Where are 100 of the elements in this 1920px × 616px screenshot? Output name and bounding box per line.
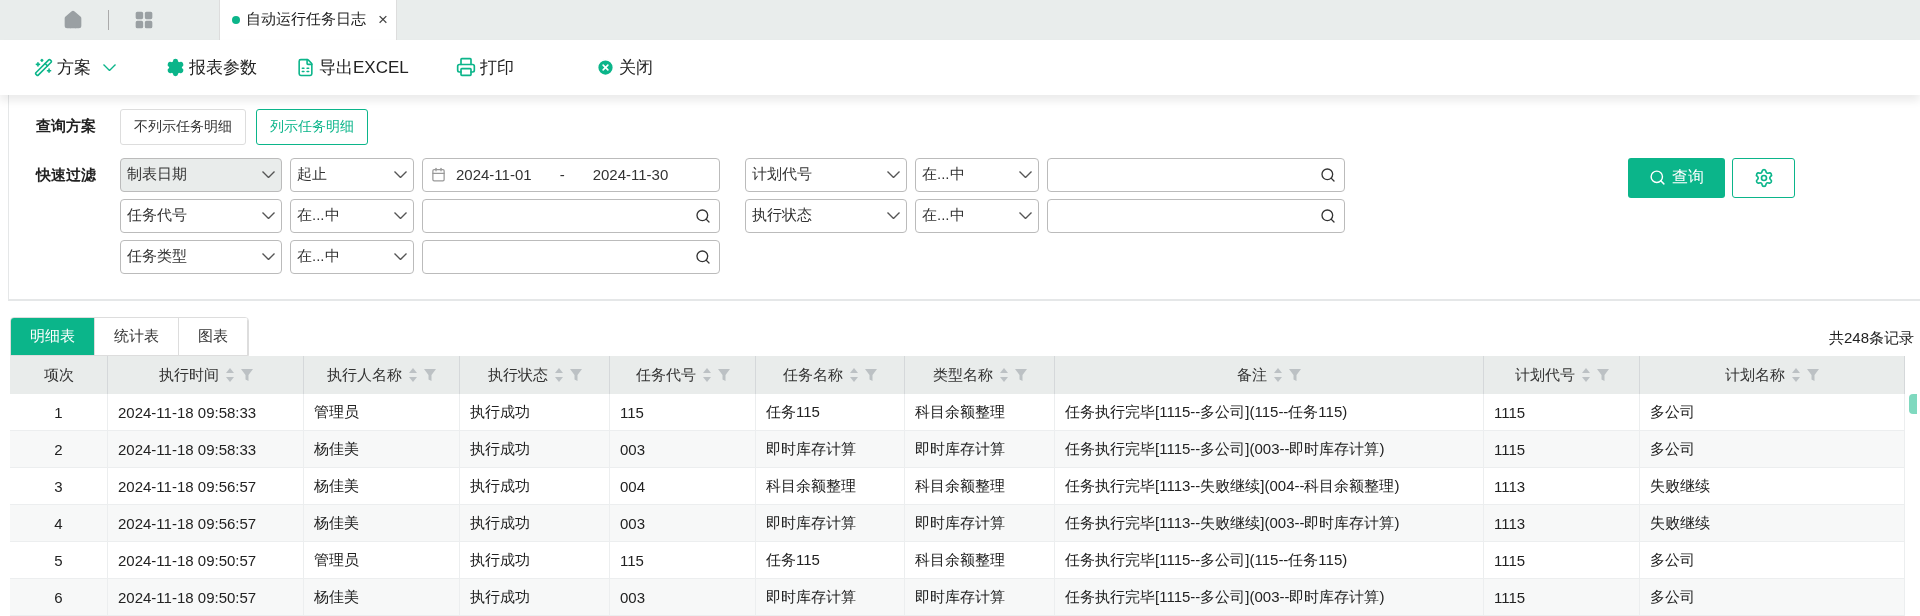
filter-icon[interactable] bbox=[1014, 368, 1027, 382]
table-cell: 杨佳美 bbox=[304, 468, 460, 505]
chevron-down-icon bbox=[1019, 171, 1032, 179]
sort-icon[interactable] bbox=[553, 367, 564, 383]
wand-icon bbox=[34, 57, 53, 77]
query-plan-label: 查询方案 bbox=[36, 117, 97, 137]
column-header[interactable]: 项次 bbox=[10, 356, 108, 394]
filter-icon[interactable] bbox=[569, 368, 582, 382]
sort-icon[interactable] bbox=[998, 367, 1009, 383]
filter-icon[interactable] bbox=[424, 368, 436, 382]
column-header[interactable]: 计划代号 bbox=[1484, 356, 1640, 394]
table-cell: 执行成功 bbox=[460, 505, 610, 542]
date-range-field[interactable]: 2024-11-01 - 2024-11-30 bbox=[422, 157, 720, 192]
scrollbar-thumb[interactable] bbox=[1909, 394, 1917, 414]
filter-icon[interactable] bbox=[1596, 368, 1609, 382]
table-cell: 003 bbox=[610, 579, 756, 616]
field-select[interactable]: 任务代号 bbox=[120, 198, 282, 233]
status-dot-icon bbox=[232, 15, 240, 24]
table-cell: 任务执行完毕[1113--失败继续](004--科目余额整理) bbox=[1055, 468, 1484, 505]
table-cell: 管理员 bbox=[304, 542, 460, 579]
table-cell: 即时库存计算 bbox=[756, 579, 905, 616]
settings-button[interactable] bbox=[1732, 157, 1795, 198]
column-header[interactable]: 类型名称 bbox=[905, 356, 1055, 394]
column-header[interactable]: 计划名称 bbox=[1640, 356, 1905, 394]
plan-option-button[interactable]: 不列示任务明细 bbox=[120, 108, 246, 145]
field-select[interactable]: 任务类型 bbox=[120, 239, 282, 274]
sort-icon[interactable] bbox=[849, 367, 859, 383]
operator-select[interactable]: 在...中 bbox=[290, 198, 414, 233]
filter-icon[interactable] bbox=[865, 368, 877, 382]
column-header[interactable]: 任务名称 bbox=[756, 356, 905, 394]
field-select[interactable]: 执行状态 bbox=[745, 198, 907, 233]
column-header[interactable]: 执行时间 bbox=[108, 356, 304, 394]
column-header[interactable]: 任务代号 bbox=[610, 356, 756, 394]
field-select[interactable]: 制表日期 bbox=[120, 157, 282, 192]
sort-icon[interactable] bbox=[701, 367, 712, 383]
home-icon[interactable] bbox=[63, 9, 83, 30]
sort-icon[interactable] bbox=[408, 367, 418, 383]
grid-icon[interactable] bbox=[134, 9, 154, 30]
column-header[interactable]: 备注 bbox=[1055, 356, 1484, 394]
table-cell: 2024-11-18 09:56:57 bbox=[108, 468, 304, 505]
table-cell: 2 bbox=[10, 431, 108, 468]
table-cell: 2024-11-18 09:56:57 bbox=[108, 505, 304, 542]
table-cell: 即时库存计算 bbox=[905, 505, 1055, 542]
table-cell: 多公司 bbox=[1640, 579, 1905, 616]
chevron-down-icon bbox=[887, 171, 900, 179]
column-header[interactable]: 执行状态 bbox=[460, 356, 610, 394]
table-cell: 5 bbox=[10, 542, 108, 579]
toolbar-button[interactable]: 导出EXCEL bbox=[294, 51, 411, 83]
toolbar-button[interactable]: 关闭 bbox=[594, 51, 655, 83]
table-cell: 任务115 bbox=[756, 542, 905, 579]
operator-select[interactable]: 在...中 bbox=[915, 198, 1039, 233]
sort-icon[interactable] bbox=[1580, 367, 1591, 383]
table-cell: 004 bbox=[610, 468, 756, 505]
table-cell: 1 bbox=[10, 394, 108, 431]
chevron-down-icon bbox=[1019, 212, 1032, 220]
operator-select[interactable]: 在...中 bbox=[290, 239, 414, 274]
quick-filter-label: 快速过滤 bbox=[36, 165, 97, 185]
toolbar-button[interactable]: 报表参数 bbox=[164, 51, 259, 83]
close-tab-button[interactable]: × bbox=[378, 9, 388, 30]
table-cell: 科目余额整理 bbox=[905, 394, 1055, 431]
field-select[interactable]: 计划代号 bbox=[745, 157, 907, 192]
search-icon bbox=[695, 207, 711, 224]
filter-icon[interactable] bbox=[717, 368, 730, 382]
plan-menu-button[interactable]: 方案 bbox=[32, 51, 118, 83]
table-cell: 任务执行完毕[1115--多公司](003--即时库存计算) bbox=[1055, 579, 1484, 616]
calendar-icon bbox=[431, 167, 446, 183]
table-cell: 多公司 bbox=[1640, 394, 1905, 431]
chevron-down-icon bbox=[394, 212, 407, 220]
close-icon bbox=[596, 57, 615, 77]
table-cell: 1115 bbox=[1484, 394, 1640, 431]
chevron-down-icon bbox=[262, 212, 275, 220]
table-cell: 任务115 bbox=[756, 394, 905, 431]
sort-icon[interactable] bbox=[224, 367, 235, 383]
table-cell: 多公司 bbox=[1640, 542, 1905, 579]
toolbar-button[interactable]: 打印 bbox=[454, 51, 516, 83]
sort-icon[interactable] bbox=[1273, 367, 1283, 383]
table-cell: 科目余额整理 bbox=[905, 542, 1055, 579]
search-field[interactable] bbox=[1047, 157, 1345, 192]
filter-icon[interactable] bbox=[240, 368, 253, 382]
search-field[interactable] bbox=[422, 198, 720, 233]
table-cell: 1113 bbox=[1484, 505, 1640, 542]
search-field[interactable] bbox=[1047, 198, 1345, 233]
table-cell: 科目余额整理 bbox=[756, 468, 905, 505]
operator-select[interactable]: 在...中 bbox=[915, 157, 1039, 192]
table-cell: 2024-11-18 09:50:57 bbox=[108, 579, 304, 616]
table-cell: 1113 bbox=[1484, 468, 1640, 505]
page-tab[interactable]: 自动运行任务日志 × bbox=[219, 0, 397, 40]
table-cell: 3 bbox=[10, 468, 108, 505]
operator-select[interactable]: 起止 bbox=[290, 157, 414, 192]
filter-icon[interactable] bbox=[1807, 368, 1819, 382]
search-field[interactable] bbox=[422, 239, 720, 274]
table-cell: 执行成功 bbox=[460, 394, 610, 431]
table-cell: 任务执行完毕[1115--多公司](115--任务115) bbox=[1055, 394, 1484, 431]
column-header[interactable]: 执行人名称 bbox=[304, 356, 460, 394]
sort-icon[interactable] bbox=[1791, 367, 1801, 383]
table-cell: 失败继续 bbox=[1640, 505, 1905, 542]
table-cell: 1115 bbox=[1484, 431, 1640, 468]
table-cell: 1115 bbox=[1484, 542, 1640, 579]
table-cell: 2024-11-18 09:58:33 bbox=[108, 431, 304, 468]
filter-icon[interactable] bbox=[1289, 368, 1301, 382]
